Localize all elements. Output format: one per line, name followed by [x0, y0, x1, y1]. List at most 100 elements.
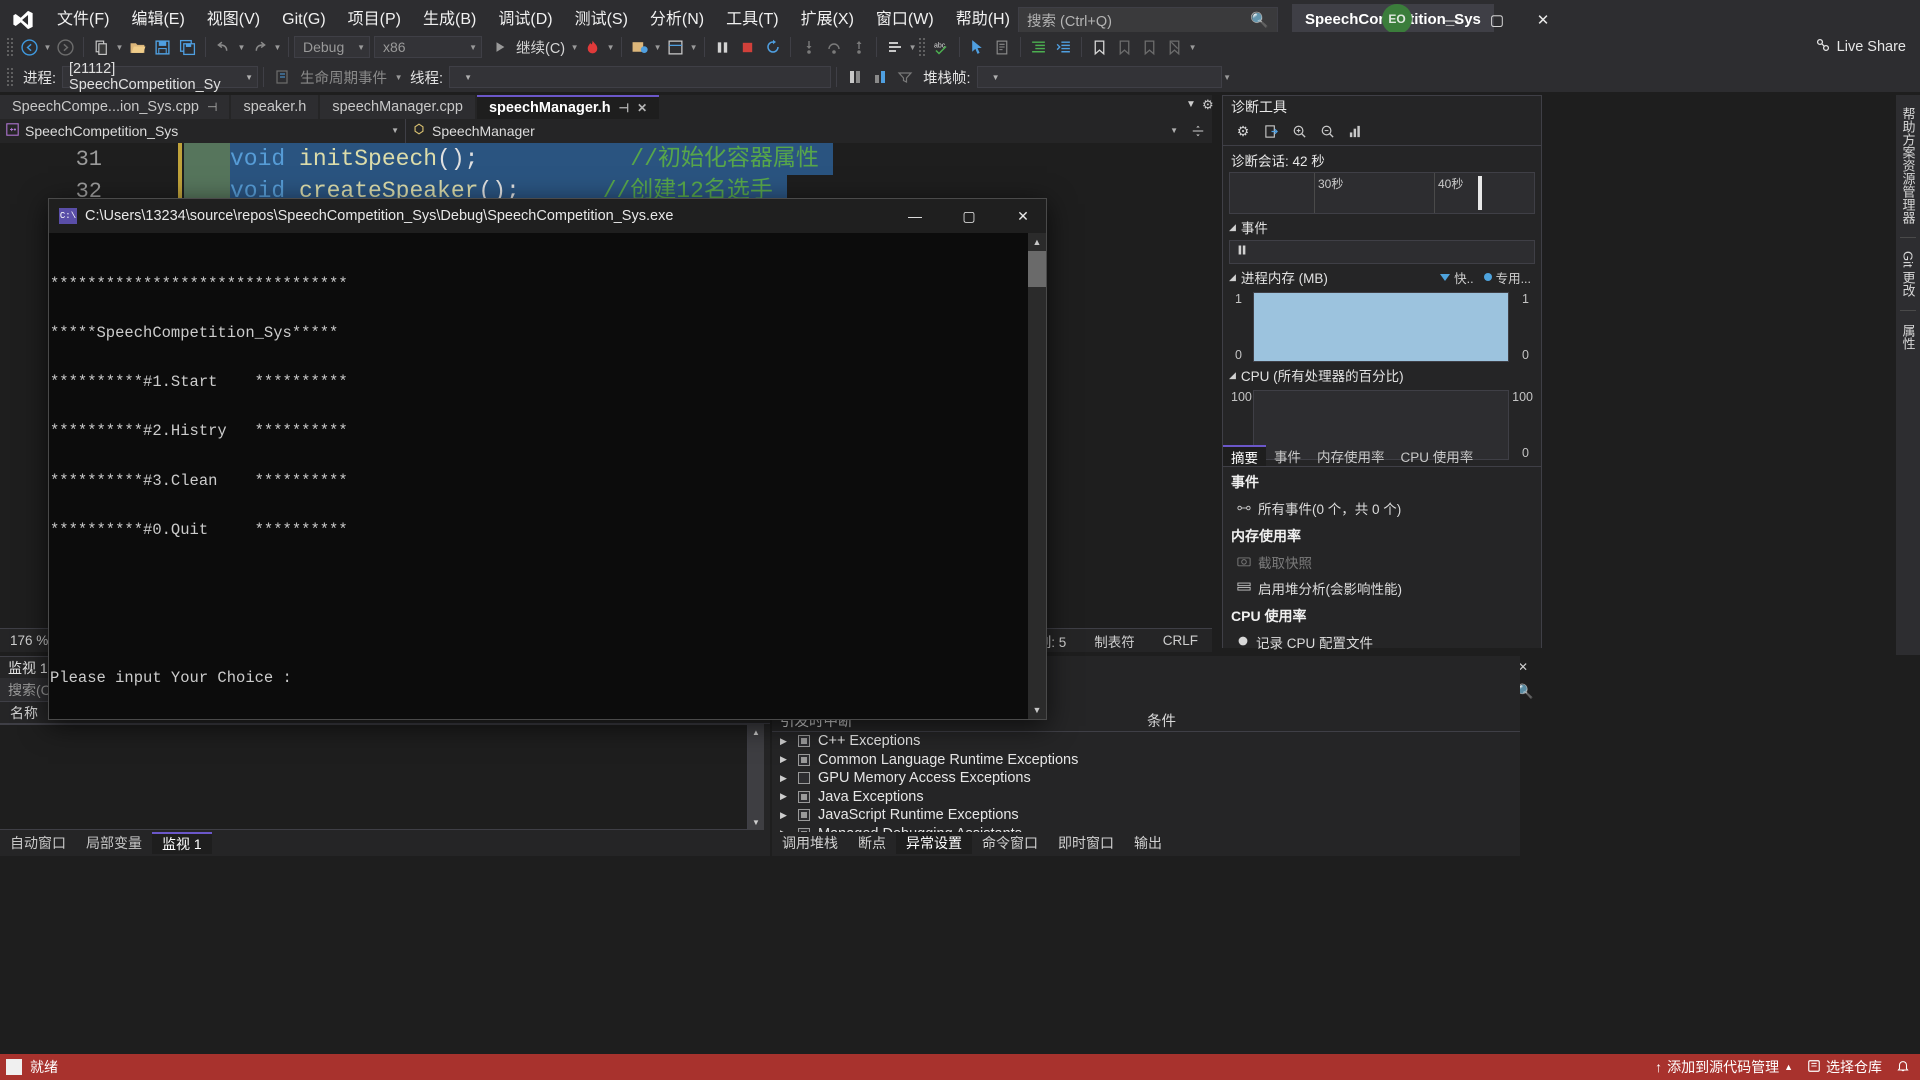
continue-button[interactable]	[487, 35, 512, 59]
navigate-back-icon[interactable]	[17, 35, 42, 59]
console-close-button[interactable]: ✕	[1000, 199, 1046, 233]
exception-row[interactable]: ▶ Java Exceptions	[772, 788, 1520, 807]
chart-icon[interactable]	[1343, 121, 1367, 143]
tab-cpu-usage[interactable]: CPU 使用率	[1393, 445, 1482, 466]
console-maximize-button[interactable]: ▢	[946, 199, 992, 233]
checkbox[interactable]	[798, 790, 810, 803]
stack-frame-prev-icon[interactable]	[842, 65, 867, 89]
save-icon[interactable]	[150, 35, 175, 59]
watch-scrollbar[interactable]: ▲ ▼	[748, 724, 764, 830]
continue-label[interactable]: 继续(C)	[512, 37, 569, 58]
continue-dropdown[interactable]: ▼	[569, 35, 580, 59]
process-select[interactable]: [21112] SpeechCompetition_Sy ▼	[62, 61, 259, 93]
navigate-back-dropdown[interactable]: ▼	[42, 35, 53, 59]
stackframe-select[interactable]: ▼	[976, 66, 1222, 88]
expand-icon[interactable]: ▶	[780, 810, 790, 821]
exception-list[interactable]: ▶ C++ Exceptions ▶ Common Language Runti…	[772, 732, 1520, 832]
console-title-bar[interactable]: C:\ C:\Users\13234\source\repos\SpeechCo…	[49, 199, 1046, 233]
scrollbar-thumb[interactable]	[1028, 251, 1046, 287]
checkbox[interactable]	[798, 753, 810, 766]
tab-breakpoints[interactable]: 断点	[848, 832, 896, 854]
tab-exception-settings[interactable]: 异常设置	[896, 832, 972, 854]
lifecycle-dropdown[interactable]: ▼	[393, 65, 404, 89]
exception-row[interactable]: ▶ JavaScript Runtime Exceptions	[772, 806, 1520, 825]
summary-snapshot-row[interactable]: 截取快照	[1223, 549, 1541, 575]
redo-icon[interactable]	[247, 35, 272, 59]
stack-frame-filter-icon[interactable]	[892, 65, 917, 89]
windows-layout-dropdown[interactable]: ▼	[688, 35, 699, 59]
avatar[interactable]: EO	[1382, 4, 1412, 34]
export-icon[interactable]	[1259, 121, 1283, 143]
step-over-icon[interactable]	[821, 35, 846, 59]
pointer-icon[interactable]	[965, 35, 990, 59]
expand-icon[interactable]: ▶	[780, 754, 790, 765]
search-input[interactable]: 搜索 (Ctrl+Q) 🔍	[1018, 7, 1278, 33]
expand-icon[interactable]: ▶	[780, 773, 790, 784]
thread-select[interactable]: ▼	[449, 66, 832, 88]
attach-dropdown[interactable]: ▼	[652, 35, 663, 59]
summary-events-row[interactable]: 所有事件(0 个，共 0 个)	[1223, 495, 1541, 521]
add-to-source-control-button[interactable]: ↑ 添加到源代码管理 ▲	[1655, 1057, 1793, 1077]
previous-bookmark-icon[interactable]	[1112, 35, 1137, 59]
undo-icon[interactable]	[211, 35, 236, 59]
exception-row[interactable]: ▶ GPU Memory Access Exceptions	[772, 769, 1520, 788]
zoom-out-icon[interactable]	[1315, 121, 1339, 143]
summary-cpu-row[interactable]: 记录 CPU 配置文件	[1223, 629, 1541, 655]
dock-item-properties[interactable]: 属性	[1899, 318, 1918, 356]
tab-call-stack[interactable]: 调用堆栈	[772, 832, 848, 854]
pin-icon[interactable]: ⊣	[619, 101, 629, 115]
hot-reload-icon[interactable]	[580, 35, 605, 59]
lifecycle-label[interactable]: 生命周期事件	[294, 67, 393, 88]
outdent-icon[interactable]	[1051, 35, 1076, 59]
console-scrollbar[interactable]: ▲ ▼	[1028, 233, 1046, 719]
windows-layout-icon[interactable]	[663, 35, 688, 59]
stop-debugging-icon[interactable]	[735, 35, 760, 59]
stack-frame-next-icon[interactable]	[867, 65, 892, 89]
open-file-icon[interactable]	[125, 35, 150, 59]
undo-dropdown[interactable]: ▼	[236, 35, 247, 59]
restart-icon[interactable]	[760, 35, 785, 59]
summary-heap-row[interactable]: 启用堆分析(会影响性能)	[1223, 575, 1541, 601]
console-minimize-button[interactable]: —	[892, 199, 938, 233]
tab-immediate-window[interactable]: 即时窗口	[1048, 832, 1124, 854]
tab-watch-1[interactable]: 监视 1	[152, 832, 212, 854]
navigate-forward-icon[interactable]	[53, 35, 78, 59]
tab-speechcompetition-sys-cpp[interactable]: SpeechCompe...ion_Sys.cpp ⊣	[0, 95, 230, 119]
configuration-select[interactable]: Debug ▼	[294, 36, 370, 58]
notifications-button[interactable]	[1896, 1059, 1910, 1076]
tab-command-window[interactable]: 命令窗口	[972, 832, 1048, 854]
tab-speaker-h[interactable]: speaker.h	[231, 95, 319, 119]
pin-icon[interactable]: ⊣	[207, 100, 217, 114]
toolbar-grip-2[interactable]	[918, 37, 927, 57]
indent-icon[interactable]	[1026, 35, 1051, 59]
new-item-icon[interactable]	[89, 35, 114, 59]
zoom-in-icon[interactable]	[1287, 121, 1311, 143]
tab-autos[interactable]: 自动窗口	[0, 832, 76, 854]
step-into-icon[interactable]	[796, 35, 821, 59]
next-bookmark-icon[interactable]	[1137, 35, 1162, 59]
project-scope-select[interactable]: SpeechCompetition_Sys ▼	[0, 118, 405, 143]
gear-icon[interactable]: ⚙	[1231, 121, 1255, 143]
hot-reload-dropdown[interactable]: ▼	[605, 35, 616, 59]
platform-select[interactable]: x86 ▼	[374, 36, 482, 58]
bookmark-icon[interactable]	[1087, 35, 1112, 59]
tab-list-dropdown[interactable]: ▼	[1186, 99, 1196, 110]
exception-row[interactable]: ▶ Common Language Runtime Exceptions	[772, 751, 1520, 770]
tab-speechmanager-cpp[interactable]: speechManager.cpp	[320, 95, 475, 119]
procbar-overflow[interactable]: ▼	[1222, 65, 1233, 89]
diagnostic-timeline[interactable]: 30秒 40秒	[1229, 172, 1535, 214]
checkbox[interactable]	[798, 809, 810, 822]
events-section-header[interactable]: ◢ 事件	[1223, 214, 1541, 240]
step-out-icon[interactable]	[846, 35, 871, 59]
dock-item-solution-explorer[interactable]: 帮助方案资源管理器	[1899, 101, 1918, 230]
clear-bookmarks-icon[interactable]	[1162, 35, 1187, 59]
console-window[interactable]: C:\ C:\Users\13234\source\repos\SpeechCo…	[48, 198, 1047, 720]
tab-speechmanager-h[interactable]: speechManager.h ⊣ ✕	[476, 95, 660, 119]
expand-icon[interactable]: ▶	[780, 791, 790, 802]
new-item-dropdown[interactable]: ▼	[114, 35, 125, 59]
expand-icon[interactable]: ▶	[780, 736, 790, 747]
save-all-icon[interactable]	[175, 35, 200, 59]
tab-memory-usage[interactable]: 内存使用率	[1309, 445, 1393, 466]
scroll-up-icon[interactable]: ▲	[1028, 233, 1046, 251]
close-icon[interactable]: ✕	[637, 101, 647, 115]
